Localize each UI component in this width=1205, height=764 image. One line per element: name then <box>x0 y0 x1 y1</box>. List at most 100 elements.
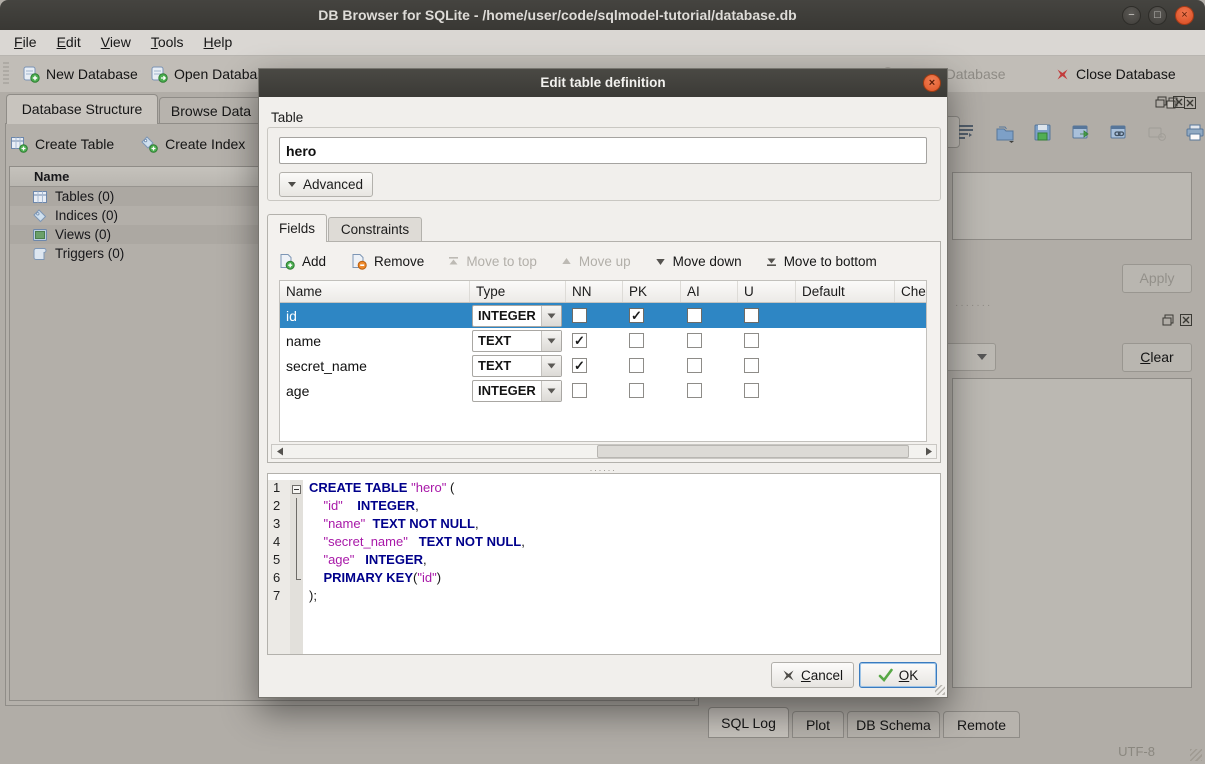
remove-icon[interactable] <box>1146 122 1168 144</box>
menu-view[interactable]: View <box>91 30 141 54</box>
resize-grip[interactable] <box>1190 749 1202 761</box>
field-name-cell[interactable]: secret_name <box>280 353 470 378</box>
menu-file[interactable]: File <box>4 30 47 54</box>
new-database-button[interactable]: New Database <box>22 60 138 88</box>
column-header-check[interactable]: Check <box>895 281 927 302</box>
scroll-right-icon[interactable] <box>921 445 936 458</box>
default-cell[interactable] <box>796 328 895 353</box>
fold-margin[interactable] <box>290 552 303 570</box>
scroll-left-icon[interactable] <box>272 445 287 458</box>
fold-margin[interactable] <box>290 498 303 516</box>
menu-tools[interactable]: Tools <box>141 30 194 54</box>
panel-restore-icon[interactable] <box>1154 95 1168 109</box>
column-header-ai[interactable]: AI <box>681 281 738 302</box>
cell-editor-area[interactable] <box>952 172 1192 240</box>
field-name-cell[interactable]: id <box>280 303 470 328</box>
menu-help[interactable]: Help <box>194 30 243 54</box>
field-row-age[interactable]: ageINTEGER <box>280 378 926 403</box>
panel-close-icon[interactable] <box>1172 95 1186 109</box>
tab-fields[interactable]: Fields <box>267 214 327 242</box>
cancel-button[interactable]: Cancel <box>771 662 854 688</box>
default-cell[interactable] <box>796 303 895 328</box>
fold-margin[interactable] <box>290 516 303 534</box>
field-name-cell[interactable]: age <box>280 378 470 403</box>
advanced-button[interactable]: Advanced <box>279 172 373 197</box>
titlebar[interactable]: DB Browser for SQLite - /home/user/code/… <box>0 0 1205 30</box>
apply-button[interactable]: Apply <box>1122 264 1192 293</box>
default-cell[interactable] <box>796 378 895 403</box>
tab-remote[interactable]: Remote <box>943 711 1020 738</box>
close-database-button[interactable]: Close Database <box>1055 60 1176 88</box>
link-icon[interactable] <box>1108 122 1130 144</box>
field-row-name[interactable]: nameTEXT ✓ <box>280 328 926 353</box>
print-icon[interactable] <box>1184 122 1205 144</box>
open-file-icon[interactable] <box>994 122 1016 144</box>
menu-edit[interactable]: Edit <box>47 30 91 54</box>
close-button[interactable]: × <box>1175 6 1194 25</box>
save-file-icon[interactable] <box>1032 122 1054 144</box>
move-down-button[interactable]: Move down <box>655 254 742 269</box>
table-name-input[interactable] <box>279 137 927 164</box>
fold-margin[interactable] <box>290 480 303 498</box>
check-cell[interactable] <box>895 328 927 353</box>
column-header-nn[interactable]: NN <box>566 281 623 302</box>
tab-constraints[interactable]: Constraints <box>328 217 422 242</box>
u-checkbox[interactable] <box>744 383 759 398</box>
nn-checkbox[interactable]: ✓ <box>572 333 587 348</box>
pk-checkbox[interactable] <box>629 333 644 348</box>
pk-checkbox[interactable] <box>629 358 644 373</box>
type-select[interactable]: TEXT <box>472 330 562 352</box>
move-to-bottom-button[interactable]: Move to bottom <box>766 254 877 269</box>
column-header-u[interactable]: U <box>738 281 796 302</box>
nn-checkbox[interactable] <box>572 308 587 323</box>
log-restore-icon[interactable] <box>1161 313 1175 327</box>
sql-log-area[interactable] <box>952 378 1192 688</box>
fold-margin[interactable] <box>290 570 303 588</box>
type-select[interactable]: INTEGER <box>472 305 562 327</box>
move-up-button[interactable]: Move up <box>561 254 631 269</box>
dialog-titlebar[interactable]: Edit table definition × <box>259 69 947 97</box>
panel-splitter[interactable]: ······· <box>955 300 992 311</box>
word-wrap-icon[interactable] <box>956 122 978 144</box>
fields-hscrollbar[interactable] <box>271 444 937 459</box>
nn-checkbox[interactable] <box>572 383 587 398</box>
ai-checkbox[interactable] <box>687 333 702 348</box>
ai-checkbox[interactable] <box>687 358 702 373</box>
minimize-button[interactable]: − <box>1122 6 1141 25</box>
type-select[interactable]: INTEGER <box>472 380 562 402</box>
check-cell[interactable] <box>895 303 927 328</box>
pk-checkbox[interactable]: ✓ <box>629 308 644 323</box>
toolbar-drag-handle[interactable] <box>3 62 9 86</box>
column-header-name[interactable]: Name <box>280 281 470 302</box>
tab-db-schema[interactable]: DB Schema <box>847 711 940 738</box>
ai-checkbox[interactable] <box>687 383 702 398</box>
log-close-icon[interactable] <box>1179 313 1193 327</box>
check-cell[interactable] <box>895 378 927 403</box>
column-header-pk[interactable]: PK <box>623 281 681 302</box>
nn-checkbox[interactable]: ✓ <box>572 358 587 373</box>
create-table-button[interactable]: Create Table <box>10 135 114 153</box>
column-header-type[interactable]: Type <box>470 281 566 302</box>
default-cell[interactable] <box>796 353 895 378</box>
tab-database-structure[interactable]: Database Structure <box>6 94 158 124</box>
column-header-default[interactable]: Default <box>796 281 895 302</box>
ai-checkbox[interactable] <box>687 308 702 323</box>
ok-button[interactable]: OK <box>859 662 937 688</box>
clear-button[interactable]: Clear <box>1122 343 1192 372</box>
move-to-top-button[interactable]: Move to top <box>448 254 537 269</box>
scrollbar-thumb[interactable] <box>597 445 909 458</box>
tab-browse-data[interactable]: Browse Data <box>159 97 263 124</box>
type-select[interactable]: TEXT <box>472 355 562 377</box>
field-row-id[interactable]: idINTEGER ✓ <box>280 303 926 328</box>
maximize-button[interactable]: □ <box>1148 6 1167 25</box>
add-button[interactable]: Add <box>278 253 326 270</box>
check-cell[interactable] <box>895 353 927 378</box>
field-name-cell[interactable]: name <box>280 328 470 353</box>
create-index-button[interactable]: Create Index <box>140 135 245 153</box>
field-row-secret_name[interactable]: secret_nameTEXT ✓ <box>280 353 926 378</box>
export-icon[interactable] <box>1070 122 1092 144</box>
tab-sql-log[interactable]: SQL Log <box>708 707 789 738</box>
u-checkbox[interactable] <box>744 333 759 348</box>
pk-checkbox[interactable] <box>629 383 644 398</box>
tab-plot[interactable]: Plot <box>792 711 844 738</box>
